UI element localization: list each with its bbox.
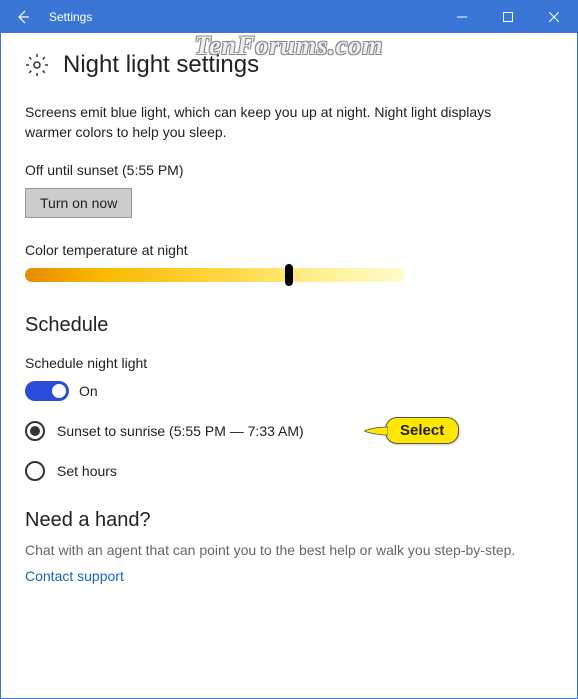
back-arrow-icon bbox=[15, 9, 31, 25]
schedule-heading: Schedule bbox=[25, 314, 553, 337]
minimize-icon bbox=[457, 12, 467, 22]
content: Night light settings Screens emit blue l… bbox=[1, 33, 577, 586]
maximize-icon bbox=[503, 12, 513, 22]
minimize-button[interactable] bbox=[439, 1, 485, 33]
callout-tail-icon bbox=[364, 423, 388, 439]
radio-sethours[interactable] bbox=[25, 461, 45, 481]
radio-sethours-label: Set hours bbox=[57, 463, 117, 479]
annotation-callout: Select bbox=[385, 417, 459, 444]
schedule-label: Schedule night light bbox=[25, 355, 553, 371]
close-button[interactable] bbox=[531, 1, 577, 33]
slider-track bbox=[25, 268, 405, 282]
schedule-toggle-row: On bbox=[25, 381, 553, 401]
status-text: Off until sunset (5:55 PM) bbox=[25, 162, 553, 178]
slider-thumb[interactable] bbox=[285, 264, 293, 286]
page-header: Night light settings bbox=[25, 51, 553, 79]
contact-support-link[interactable]: Contact support bbox=[25, 568, 124, 584]
schedule-toggle[interactable] bbox=[25, 381, 69, 401]
radio-sethours-row[interactable]: Set hours bbox=[25, 461, 553, 481]
color-temp-slider[interactable] bbox=[25, 268, 405, 282]
window-title: Settings bbox=[49, 10, 439, 24]
help-heading: Need a hand? bbox=[25, 509, 553, 532]
callout-bubble: Select bbox=[385, 417, 459, 444]
callout-text: Select bbox=[400, 422, 444, 439]
turn-on-button[interactable]: Turn on now bbox=[25, 188, 132, 218]
window-controls bbox=[439, 1, 577, 33]
radio-sunset-label: Sunset to sunrise (5:55 PM — 7:33 AM) bbox=[57, 423, 304, 439]
radio-sunset-row[interactable]: Sunset to sunrise (5:55 PM — 7:33 AM) Se… bbox=[25, 421, 553, 441]
toggle-knob bbox=[52, 384, 66, 398]
color-temp-label: Color temperature at night bbox=[25, 242, 553, 258]
toggle-state-label: On bbox=[79, 383, 98, 399]
maximize-button[interactable] bbox=[485, 1, 531, 33]
page-title: Night light settings bbox=[63, 51, 259, 79]
help-description: Chat with an agent that can point you to… bbox=[25, 542, 553, 558]
back-button[interactable] bbox=[1, 1, 45, 33]
page-description: Screens emit blue light, which can keep … bbox=[25, 103, 535, 142]
titlebar: Settings bbox=[1, 1, 577, 33]
gear-icon bbox=[25, 53, 49, 77]
radio-sunset[interactable] bbox=[25, 421, 45, 441]
close-icon bbox=[549, 12, 559, 22]
